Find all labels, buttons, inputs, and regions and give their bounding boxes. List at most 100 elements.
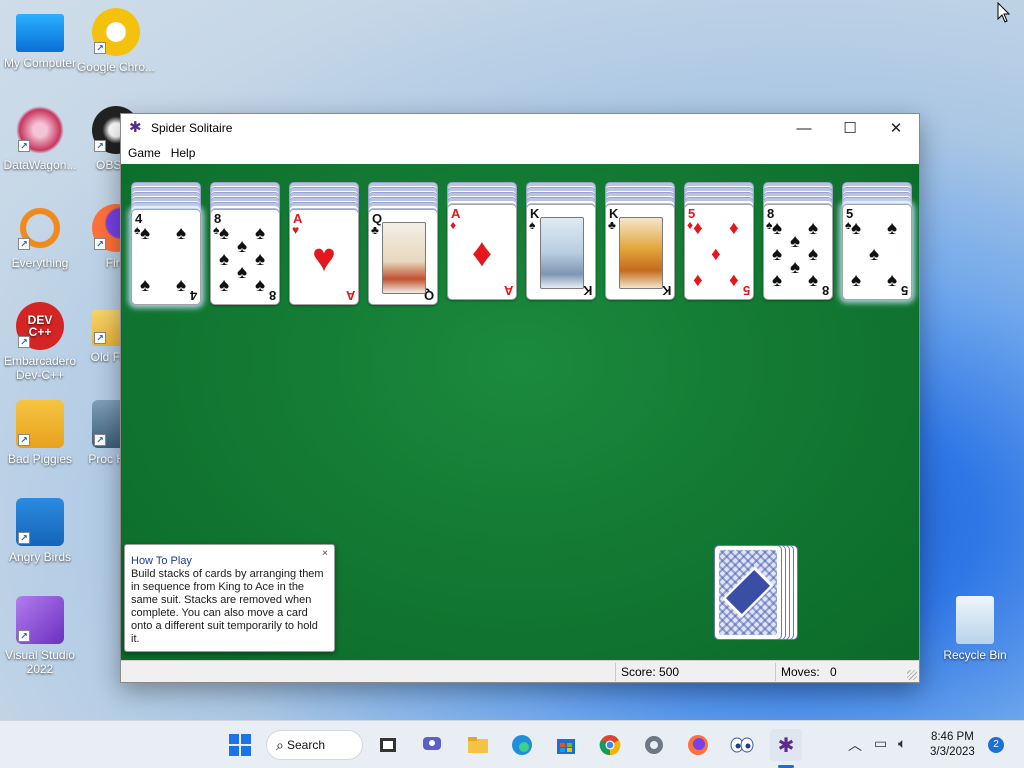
- maximize-button[interactable]: ☐: [827, 114, 873, 142]
- close-button[interactable]: ✕: [873, 114, 919, 142]
- face-up-card[interactable]: 8 ♠ 8 ♠ ♠ ♠ ♠ ♠ ♠ ♠ ♠: [210, 209, 280, 305]
- stock-card[interactable]: [714, 545, 782, 640]
- card-center-suit: ♦: [471, 231, 493, 275]
- face-up-card[interactable]: 4 ♠ 4 ♠ ♠ ♠ ♠: [131, 209, 201, 305]
- taskbar-search[interactable]: ⌕ Search: [266, 730, 363, 760]
- card-pip: ♠: [887, 270, 898, 291]
- card-pip: ♦: [693, 270, 703, 291]
- card-pip: ♠: [887, 218, 898, 239]
- card-pip: ♠: [808, 244, 819, 265]
- card-pip: ♠: [790, 231, 801, 252]
- card-pip: ♠: [772, 270, 783, 291]
- resize-grip[interactable]: [907, 670, 917, 680]
- card-pip: ♠: [140, 223, 151, 244]
- eyes-icon[interactable]: [726, 729, 758, 761]
- card-suit: ♦: [450, 218, 457, 232]
- face-up-card[interactable]: Q ♣ Q: [368, 209, 438, 305]
- desktop-icon[interactable]: ↗ Visual Studio 2022: [0, 596, 80, 676]
- card-pip: ♠: [772, 244, 783, 265]
- recycle-bin-icon: [956, 596, 994, 644]
- game-table[interactable]: 4 ♠ 4 ♠ ♠ ♠ ♠ 8 ♠ 8 ♠ ♠ ♠ ♠ ♠ ♠ ♠ ♠ A ♥ A ♥ Q ♣ Q A ♦ A ♦ K ♠ K K ♣ K 5 ♦ 5 ♦ ♦…: [121, 164, 919, 660]
- desktop-icon-label: Visual Studio 2022: [5, 648, 75, 676]
- card-pip: ♠: [851, 218, 862, 239]
- card-pip: ♠: [808, 218, 819, 239]
- face-up-card[interactable]: 5 ♦ 5 ♦ ♦ ♦ ♦ ♦: [684, 204, 754, 300]
- edge-icon[interactable]: [506, 729, 538, 761]
- desktop-icon[interactable]: ↗ Everything: [0, 204, 80, 270]
- face-up-card[interactable]: K ♣ K: [605, 204, 675, 300]
- taskbar: ⌕ Search ✱ ︿ ▭ 🔈︎ 8:46 PM 3/3/2023 2: [0, 720, 1024, 768]
- desktop-icon-label: DataWagon...: [3, 158, 77, 172]
- card-rank: K: [661, 283, 671, 298]
- chat-icon[interactable]: [416, 729, 448, 761]
- how-to-play-tip: × How To Play Build stacks of cards by a…: [124, 544, 335, 652]
- card-pip: ♠: [140, 275, 151, 296]
- spider-solitaire-window: ✱ Spider Solitaire — ☐ ✕ Game Help 4 ♠ 4 ♠ ♠…: [120, 113, 920, 683]
- card-face-art: [619, 217, 663, 289]
- monitor-icon: [16, 14, 64, 52]
- desktop-icon[interactable]: DEV C++ ↗ Embarcadero Dev-C++: [0, 302, 80, 382]
- status-divider: [775, 663, 776, 681]
- card-pip: ♠: [176, 223, 187, 244]
- settings-icon[interactable]: [638, 729, 670, 761]
- card-suit: ♥: [292, 223, 300, 237]
- title-bar[interactable]: ✱ Spider Solitaire — ☐ ✕: [121, 114, 919, 142]
- desktop-icon-label: Google Chro...: [76, 60, 156, 74]
- chevron-up-icon[interactable]: ︿: [848, 735, 862, 755]
- desktop-icon[interactable]: My Computer: [0, 8, 80, 70]
- angry-birds-icon: ↗: [16, 498, 64, 546]
- window-title: Spider Solitaire: [151, 121, 233, 135]
- desktop-icon-label: Everything: [11, 256, 69, 270]
- clock-date: 3/3/2023: [930, 746, 975, 758]
- minimize-button[interactable]: —: [781, 114, 827, 142]
- spider-icon: ✱: [129, 119, 142, 136]
- shortcut-arrow-icon: ↗: [94, 434, 106, 446]
- desktop-icon[interactable]: ↗ Angry Birds: [0, 498, 80, 564]
- store-icon[interactable]: [550, 729, 582, 761]
- card-pip: ♠: [219, 223, 230, 244]
- card-pip: ♠: [255, 249, 266, 270]
- card-pip: ♠: [237, 262, 248, 283]
- network-icon[interactable]: ▭: [874, 735, 887, 752]
- firefox-icon[interactable]: [682, 729, 714, 761]
- desktop-icon[interactable]: ↗ Google Chro...: [76, 8, 156, 74]
- spider-solitaire-icon[interactable]: ✱: [770, 729, 802, 761]
- card-rank: K: [582, 283, 592, 298]
- face-up-card[interactable]: A ♦ A ♦: [447, 204, 517, 300]
- face-up-card[interactable]: 8 ♠ 8 ♠ ♠ ♠ ♠ ♠ ♠ ♠ ♠: [763, 204, 833, 300]
- face-up-card[interactable]: 5 ♠ 5 ♠ ♠ ♠ ♠ ♠: [842, 204, 912, 300]
- menu-game[interactable]: Game: [123, 146, 166, 160]
- file-explorer-icon[interactable]: [462, 729, 494, 761]
- tip-body: Build stacks of cards by arranging them …: [131, 568, 324, 645]
- card-suit: ♣: [371, 223, 379, 237]
- moves-value: 0: [830, 665, 837, 679]
- desktop-icon-label: Bad Piggies: [7, 452, 73, 466]
- face-up-card[interactable]: K ♠ K: [526, 204, 596, 300]
- card-pip: ♠: [176, 275, 187, 296]
- volume-icon[interactable]: 🔈︎: [898, 735, 906, 752]
- notification-badge[interactable]: 2: [988, 737, 1004, 753]
- card-pip: ♦: [693, 218, 703, 239]
- desktop-icon[interactable]: ↗ Bad Piggies: [0, 400, 80, 466]
- menu-help[interactable]: Help: [166, 146, 201, 160]
- task-view-icon[interactable]: [372, 729, 404, 761]
- card-pip: ♠: [255, 223, 266, 244]
- card-pip: ♠: [255, 275, 266, 296]
- shortcut-arrow-icon: ↗: [18, 238, 30, 250]
- bad-piggies-icon: ↗: [16, 400, 64, 448]
- clock[interactable]: 8:46 PM 3/3/2023: [930, 730, 975, 760]
- score-text: Score: 500: [621, 665, 680, 679]
- desktop-icon[interactable]: Recycle Bin: [935, 596, 1015, 662]
- card-pip: ♠: [851, 270, 862, 291]
- shortcut-arrow-icon: ↗: [18, 336, 30, 348]
- card-pip: ♠: [772, 218, 783, 239]
- tip-close-button[interactable]: ×: [322, 548, 328, 559]
- start-icon[interactable]: [224, 729, 256, 761]
- card-pip: ♦: [729, 270, 739, 291]
- desktop-icon[interactable]: ↗ DataWagon...: [0, 106, 80, 172]
- moves-label: Moves:: [781, 665, 820, 679]
- face-up-card[interactable]: A ♥ A ♥: [289, 209, 359, 305]
- chrome-icon: ↗: [92, 8, 140, 56]
- card-pip: ♠: [219, 275, 230, 296]
- chrome-icon[interactable]: [594, 729, 626, 761]
